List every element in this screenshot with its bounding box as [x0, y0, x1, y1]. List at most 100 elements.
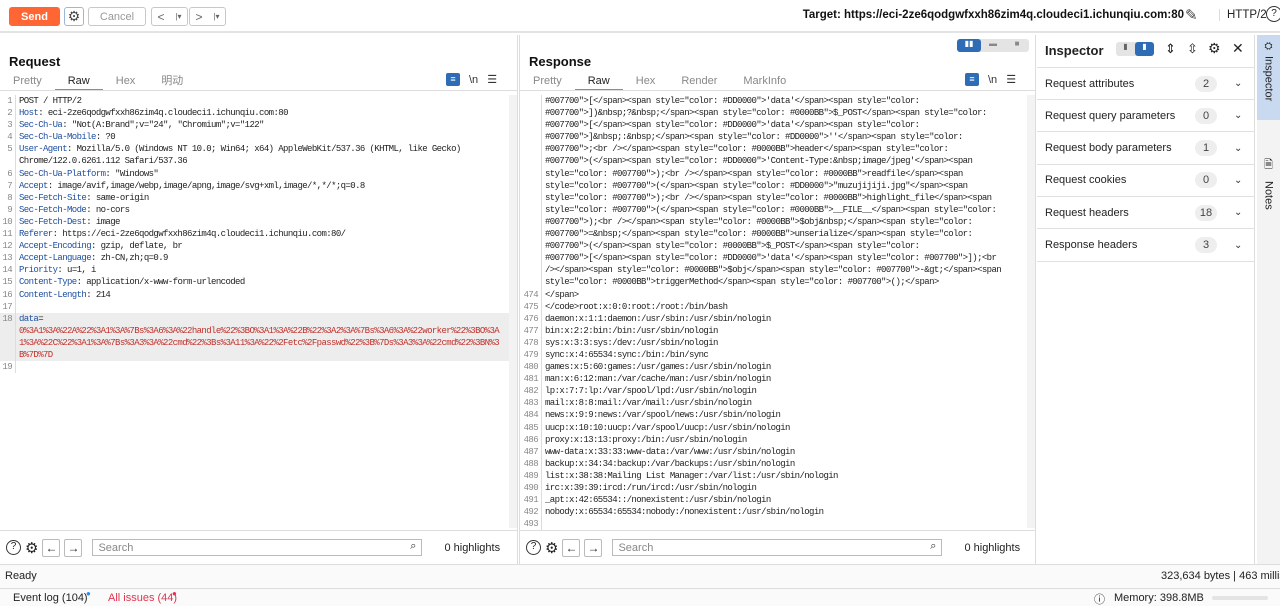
- request-search-input[interactable]: Search ⌕: [92, 539, 423, 556]
- inspector-section[interactable]: Request cookies 0 ⌄: [1037, 165, 1255, 197]
- inspector-layout-left-icon[interactable]: ▮: [1116, 42, 1135, 56]
- code-line: 483 mail:x:8:8:mail:/var/mail:/usr/sbin/n…: [520, 397, 1027, 410]
- line-text: Sec-Ch-Ua-Mobile: ?0: [16, 131, 116, 143]
- tab-render[interactable]: Render: [668, 75, 730, 91]
- line-number: 481: [520, 373, 542, 386]
- tab-pretty[interactable]: Pretty: [0, 75, 55, 91]
- chevron-down-icon[interactable]: ⌄: [1234, 240, 1242, 251]
- chevron-down-icon[interactable]: ⌄: [1234, 78, 1242, 89]
- send-button[interactable]: Send: [9, 7, 60, 26]
- code-line: #007700">;<br /></span><span style="colo…: [520, 143, 1027, 156]
- menu-icon[interactable]: ☰: [487, 73, 497, 86]
- next-match-arrow-icon[interactable]: →: [584, 538, 603, 557]
- edit-target-pencil-icon[interactable]: ✎: [1185, 6, 1198, 24]
- http-version[interactable]: HTTP/2: [1219, 9, 1267, 21]
- line-number: [520, 119, 542, 132]
- layout-side-by-side-icon[interactable]: ▮▮: [957, 39, 981, 52]
- chevron-down-icon[interactable]: ⌄: [1234, 175, 1242, 186]
- line-text: sys:x:3:3:sys:/dev:/usr/sbin/nologin: [542, 337, 718, 349]
- line-text: [542, 518, 545, 530]
- line-value: sys:x:3:3:sys:/dev:/usr/sbin/nologin: [545, 337, 718, 348]
- header-name: Content-Length: [19, 289, 87, 300]
- wrap-lines-icon[interactable]: ≡: [446, 73, 460, 86]
- code-line: B%7D%7D: [0, 348, 509, 362]
- code-line: 479 sync:x:4:65534:sync:/bin:/bin/sync: [520, 348, 1027, 362]
- chevron-down-icon[interactable]: ⌄: [1234, 143, 1242, 154]
- next-match-arrow-icon[interactable]: →: [64, 538, 83, 557]
- side-tab-inspector[interactable]: ⛭ Inspector: [1257, 35, 1280, 120]
- inspector-section[interactable]: Response headers 3 ⌄: [1037, 230, 1255, 262]
- code-line: 6 Sec-Ch-Ua-Platform: "Windows": [0, 167, 509, 180]
- settings-gear-icon[interactable]: ⚙: [1208, 40, 1221, 57]
- expand-all-icon[interactable]: ⇕: [1165, 41, 1176, 57]
- code-line: 0%3A1%3A%22A%22%3A1%3A%7Bs%3A6%3A%22hand…: [0, 324, 509, 337]
- forward-button[interactable]: > |▾: [189, 7, 226, 26]
- line-text: daemon:x:1:1:daemon:/usr/sbin:/usr/sbin/…: [542, 313, 771, 325]
- newline-toggle[interactable]: \n: [469, 74, 478, 86]
- memory-usage: Memory: 398.8MB: [1114, 592, 1204, 604]
- line-value: : Mozilla/5.0 (Windows NT 10.0; Win64; x…: [67, 144, 461, 155]
- line-value: www-data:x:33:33:www-data:/var/www:/usr/…: [545, 446, 795, 457]
- inspector-section[interactable]: Request headers 18 ⌄: [1037, 197, 1255, 230]
- line-number: [520, 276, 542, 289]
- line-text: #007700">(</span><span style="color: #00…: [542, 240, 920, 252]
- collapse-all-icon[interactable]: ⇳: [1187, 41, 1198, 57]
- close-icon[interactable]: ✕: [1232, 40, 1244, 57]
- layout-stacked-icon[interactable]: ▬: [981, 39, 1005, 52]
- response-viewer[interactable]: #007700">[</span><span style="color: #DD…: [520, 95, 1027, 531]
- response-search-input[interactable]: Search ⌕: [612, 539, 943, 556]
- help-icon[interactable]: ?: [6, 540, 21, 555]
- code-line: #007700">(</span><span style="color: #DD…: [520, 155, 1027, 168]
- line-value: POST / HTTP/2: [19, 96, 82, 106]
- tab-hex[interactable]: Hex: [103, 75, 149, 91]
- side-tab-notes[interactable]: 🗎 Notes: [1257, 150, 1280, 220]
- tab-明动[interactable]: 明动: [148, 75, 196, 91]
- line-text: B%7D%7D: [16, 349, 53, 361]
- line-value: style="color: #0000BB">triggerMethod</sp…: [545, 277, 939, 288]
- chevron-down-icon[interactable]: ⌄: [1234, 110, 1242, 121]
- event-log-link[interactable]: Event log (104): [13, 592, 88, 604]
- tab-raw[interactable]: Raw: [574, 75, 623, 91]
- line-number: [520, 252, 542, 265]
- line-text: _apt:x:42:65534::/nonexistent:/usr/sbin/…: [542, 494, 771, 506]
- menu-icon[interactable]: ☰: [1006, 73, 1016, 86]
- help-icon[interactable]: ?: [1266, 6, 1280, 22]
- newline-toggle[interactable]: \n: [988, 74, 997, 86]
- scrollbar[interactable]: [509, 95, 517, 528]
- chevron-down-icon[interactable]: ⌄: [1234, 207, 1242, 218]
- tab-pretty[interactable]: Pretty: [520, 75, 575, 91]
- back-button[interactable]: < |▾: [151, 7, 188, 26]
- help-icon[interactable]: ?: [526, 540, 541, 555]
- line-text: Chrome/122.0.6261.112 Safari/537.36: [16, 155, 188, 167]
- line-text: </code>root:x:0:0:root:/root:/bin/bash: [542, 301, 728, 313]
- line-text: Accept-Encoding: gzip, deflate, br: [16, 240, 183, 252]
- response-panel: ▮▮ ▬ ■ Response Pretty Raw Hex Render MarkIn…: [519, 35, 1036, 564]
- line-value: : gzip, deflate, br: [91, 241, 183, 252]
- prev-match-arrow-icon[interactable]: ←: [562, 538, 581, 557]
- chevron-down-icon[interactable]: |▾: [213, 12, 219, 21]
- line-text: Sec-Fetch-Site: same-origin: [16, 192, 149, 204]
- all-issues-link[interactable]: All issues (44): [108, 592, 177, 604]
- line-number: [520, 203, 542, 216]
- settings-gear-icon[interactable]: ⚙: [545, 539, 558, 557]
- inspector-section[interactable]: Request attributes 2 ⌄: [1037, 68, 1255, 100]
- inspector-section[interactable]: Request query parameters 0 ⌄: [1037, 100, 1255, 133]
- chevron-down-icon[interactable]: |▾: [175, 12, 181, 21]
- inspector-layout-right-icon[interactable]: ▮: [1135, 42, 1154, 56]
- settings-gear-icon[interactable]: ⚙: [64, 7, 84, 26]
- prev-match-arrow-icon[interactable]: ←: [42, 538, 61, 557]
- tab-raw[interactable]: Raw: [54, 75, 103, 91]
- line-value: #007700">;<br /></span><span style="colo…: [545, 144, 949, 155]
- layout-tabs-icon[interactable]: ■: [1005, 39, 1029, 52]
- line-text: uucp:x:10:10:uucp:/var/spool/uucp:/usr/s…: [542, 422, 790, 434]
- wrap-lines-icon[interactable]: ≡: [965, 73, 979, 86]
- settings-gear-icon[interactable]: ⚙: [25, 539, 38, 557]
- inspector-section[interactable]: Request body parameters 1 ⌄: [1037, 133, 1255, 165]
- cancel-button[interactable]: Cancel: [88, 7, 146, 26]
- scrollbar[interactable]: [1027, 95, 1035, 528]
- line-text: news:x:9:9:news:/var/spool/news:/usr/sbi…: [542, 409, 781, 421]
- request-editor[interactable]: 1 POST / HTTP/2 2 Host: eci-2ze6qodgwfxxh86…: [0, 95, 509, 374]
- tab-markinfo[interactable]: MarkInfo: [730, 75, 799, 91]
- tab-hex[interactable]: Hex: [623, 75, 669, 91]
- line-number: [520, 167, 542, 180]
